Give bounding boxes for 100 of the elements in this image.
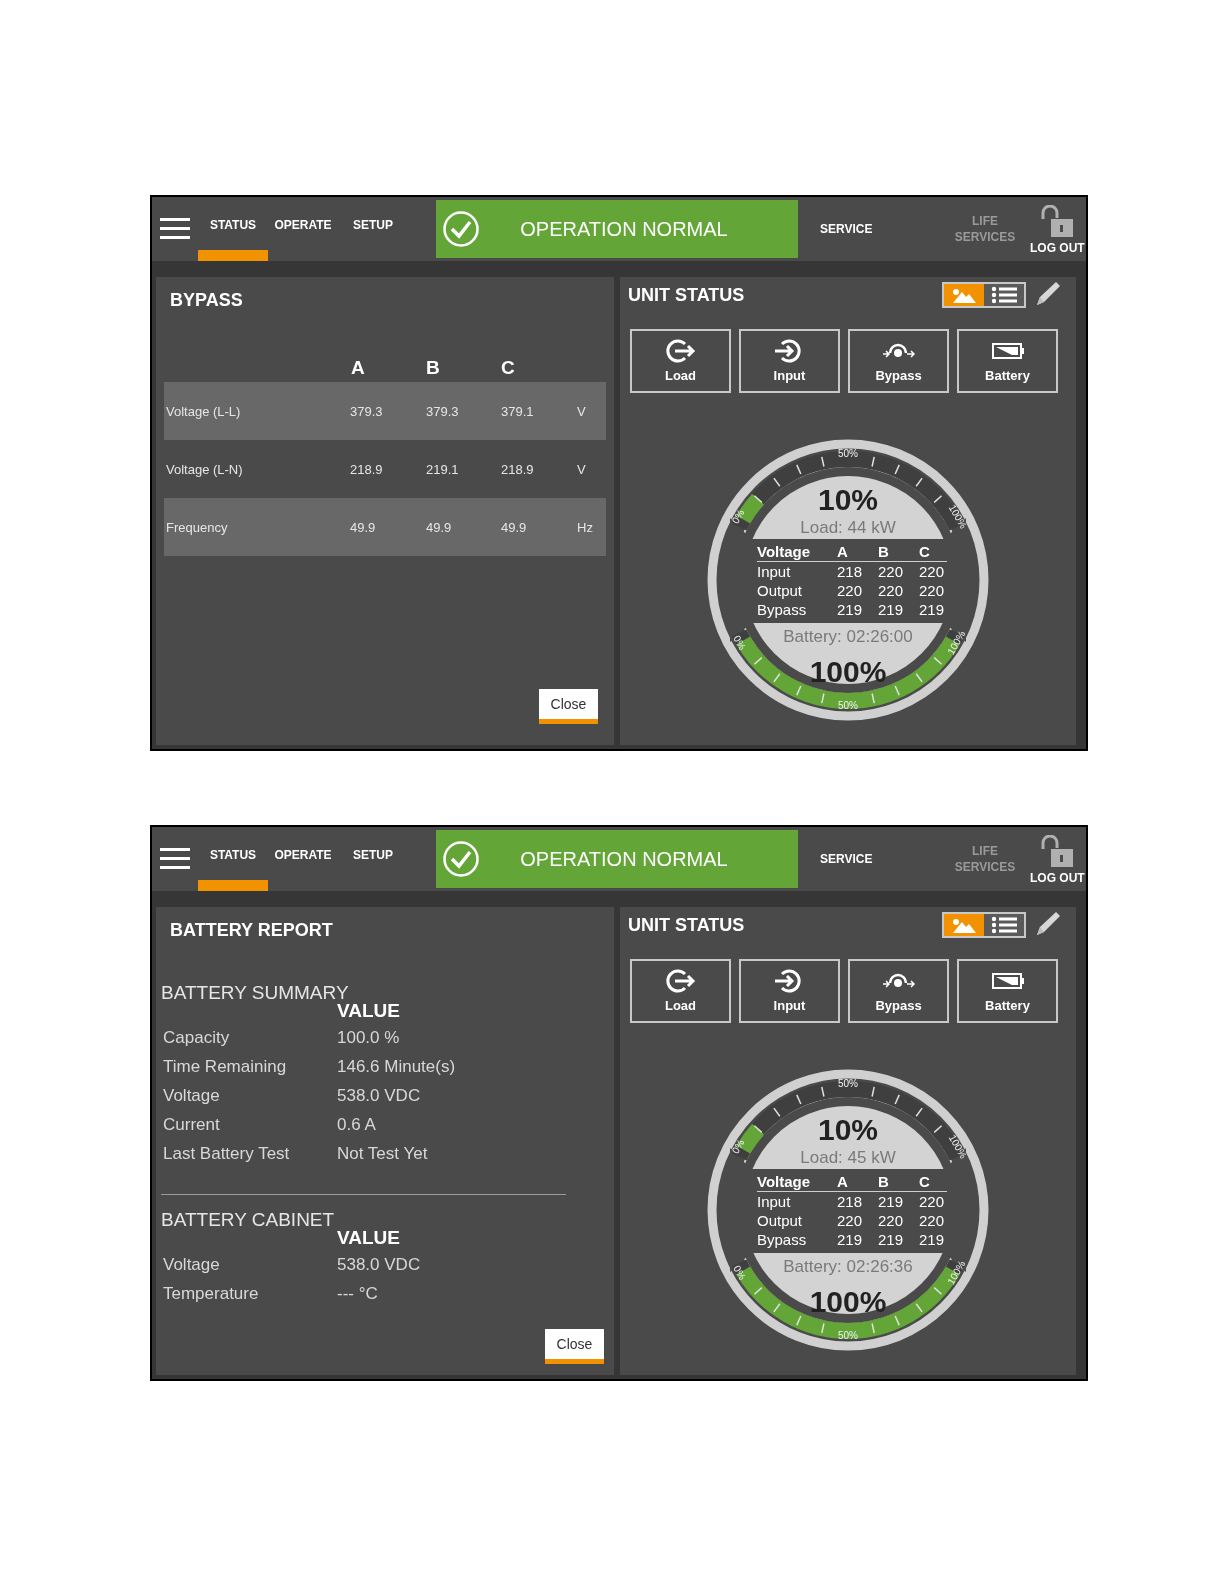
panel-title: BYPASS (170, 289, 244, 312)
menu-icon[interactable] (160, 847, 190, 871)
mode-button[interactable]: Battery (957, 329, 1058, 393)
column-header: VALUE (337, 1228, 401, 1248)
mode-button[interactable]: Bypass (848, 329, 949, 393)
open-lock-icon (1039, 835, 1076, 869)
mode-button[interactable]: Battery (957, 959, 1058, 1023)
nav-tab[interactable]: OPERATE (268, 197, 338, 261)
row-label: Voltage (163, 1253, 221, 1276)
nav-tab[interactable]: OPERATE (268, 827, 338, 891)
column-header: Voltage (757, 1172, 812, 1191)
column-header: B (878, 1172, 890, 1191)
table-cell-text: 49.9 (350, 519, 376, 537)
mode-button[interactable]: Bypass (848, 959, 949, 1023)
table-cell-text: 220 (919, 1192, 946, 1211)
picture-view-toggle[interactable] (944, 284, 984, 306)
mode-button[interactable]: Input (739, 959, 840, 1023)
logout-button[interactable]: LOG OUT (1030, 827, 1085, 891)
unit-label: V (577, 403, 586, 421)
table-cell-text: 219.1 (426, 461, 459, 479)
table-cell-text: 379.3 (426, 403, 459, 421)
row-value: 146.6 Minute(s) (337, 1055, 456, 1078)
table-cell-text: 379.1 (501, 403, 534, 421)
scale-label: 50% (838, 1329, 858, 1341)
scale-label: 0% (731, 633, 748, 652)
view-toggle[interactable] (942, 282, 1026, 308)
table-cell-text: 220 (919, 562, 946, 581)
panel-title: BATTERY REPORT (170, 919, 334, 942)
status-text: OPERATION NORMAL (519, 217, 729, 242)
close-button[interactable]: Close (545, 1329, 604, 1364)
table-cell-text: 219 (878, 1230, 905, 1249)
mode-button[interactable]: Load (630, 959, 731, 1023)
row-label: Frequency (166, 519, 228, 537)
column-header: C (501, 356, 515, 380)
row-value: 538.0 VDC (337, 1253, 421, 1276)
row-label: Bypass (757, 600, 808, 619)
check-circle-icon (442, 210, 480, 248)
column-header: A (837, 542, 849, 561)
battery-percent: 100% (809, 1284, 887, 1320)
scale-label: 0% (729, 507, 747, 526)
picture-icon (950, 917, 978, 933)
status-text: OPERATION NORMAL (519, 847, 729, 872)
list-view-toggle[interactable] (984, 284, 1024, 306)
row-value: 100.0 % (337, 1026, 400, 1049)
table-cell-text: 220 (878, 1211, 905, 1230)
row-label: Voltage (163, 1084, 221, 1107)
table-cell-text: 220 (919, 1211, 946, 1230)
nav-tab[interactable]: SETUP (338, 827, 408, 891)
row-value: --- °C (337, 1282, 378, 1305)
panel-title: UNIT STATUS (628, 913, 745, 937)
row-value: 0.6 A (337, 1113, 376, 1136)
mode-button[interactable]: Input (739, 329, 840, 393)
mode-button[interactable]: Load (630, 329, 731, 393)
load-reading: Load: 44 kW (800, 517, 896, 539)
close-button[interactable]: Close (539, 689, 598, 724)
picture-view-toggle[interactable] (944, 914, 984, 936)
nav-tab[interactable]: STATUS (198, 827, 268, 891)
section-title: BATTERY CABINET (161, 1209, 336, 1231)
unit-label: Hz (577, 519, 593, 537)
row-label: Last Battery Test (163, 1142, 291, 1165)
row-label: Output (757, 581, 804, 600)
row-label: Time Remaining (163, 1055, 288, 1078)
column-header: B (426, 356, 440, 380)
scale-label: 50% (838, 447, 858, 459)
table-cell-text: 220 (919, 581, 946, 600)
nav-tab[interactable]: SETUP (338, 197, 408, 261)
table-cell-text: 218 (837, 1192, 864, 1211)
section-title: BATTERY SUMMARY (161, 982, 350, 1004)
table-cell-text: 379.3 (350, 403, 383, 421)
table-cell-text: 219 (837, 1230, 864, 1249)
table-cell-text: 219 (837, 600, 864, 619)
row-label: Temperature (163, 1282, 260, 1305)
view-toggle[interactable] (942, 912, 1026, 938)
row-label: Current (163, 1113, 221, 1136)
panel-title: UNIT STATUS (628, 283, 745, 307)
row-label: Voltage (L-L) (166, 403, 241, 421)
list-view-toggle[interactable] (984, 914, 1024, 936)
logout-button[interactable]: LOG OUT (1030, 197, 1085, 261)
list-icon (990, 286, 1018, 304)
scale-label: 0% (729, 1137, 747, 1156)
column-header: VALUE (337, 1001, 401, 1021)
column-header: A (351, 356, 365, 380)
unit-label: V (577, 461, 586, 479)
list-icon (990, 916, 1018, 934)
scale-label: 50% (838, 699, 858, 711)
table-cell-text: 219 (919, 1230, 946, 1249)
nav-tab[interactable]: STATUS (198, 197, 268, 261)
row-label: Input (757, 1192, 792, 1211)
column-header: C (919, 1172, 931, 1191)
service-tab[interactable]: SERVICE (820, 827, 870, 891)
open-lock-icon (1039, 205, 1076, 239)
table-cell-text: 219 (878, 1192, 905, 1211)
battery-percent: 100% (809, 654, 887, 690)
menu-icon[interactable] (160, 217, 190, 241)
column-header: Voltage (757, 542, 812, 561)
picture-icon (950, 287, 978, 303)
row-label: Bypass (757, 1230, 808, 1249)
table-cell-text: 218 (837, 562, 864, 581)
service-tab[interactable]: SERVICE (820, 197, 870, 261)
scale-label: 50% (838, 1077, 858, 1089)
